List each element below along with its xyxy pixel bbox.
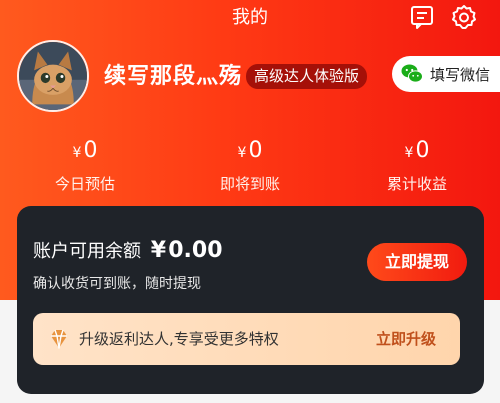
stat-pending[interactable]: ¥0 即将到账 (185, 138, 315, 194)
stat-value: 0 (248, 138, 263, 163)
upgrade-banner[interactable]: 升级返利达人,专享受更多特权 立即升级 (33, 313, 460, 365)
level-badge[interactable]: 高级达人体验版 (246, 64, 368, 89)
wechat-icon (401, 64, 423, 83)
stat-value: 0 (83, 138, 98, 163)
settings-icon[interactable] (451, 4, 477, 30)
stat-value: 0 (415, 138, 430, 163)
balance-amount: 0.00 (168, 238, 223, 263)
fill-wechat-button[interactable]: 填写微信 (392, 56, 500, 92)
diamond-icon (51, 329, 67, 349)
stat-currency: ¥ (237, 145, 247, 161)
stat-label: 今日预估 (54, 175, 115, 193)
upgrade-text: 升级返利达人,专享受更多特权 (79, 330, 279, 348)
stat-today-estimate[interactable]: ¥0 今日预估 (20, 138, 150, 194)
stat-currency: ¥ (404, 145, 414, 161)
account-balance-card: 账户可用余额 ¥ 0.00 确认收货可到账，随时提现 立即提现 升级返利达人,专… (17, 206, 484, 394)
withdraw-button[interactable]: 立即提现 (367, 243, 467, 281)
stat-currency: ¥ (72, 145, 82, 161)
balance-line: 账户可用余额 ¥ 0.00 (33, 238, 223, 265)
balance-subtitle: 确认收货可到账，随时提现 (33, 276, 201, 292)
message-icon[interactable] (409, 4, 435, 30)
stat-label: 即将到账 (219, 175, 280, 193)
stat-label: 累计收益 (386, 175, 447, 193)
upgrade-button[interactable]: 立即升级 (376, 328, 436, 350)
balance-currency: ¥ (150, 238, 167, 263)
fill-wechat-label: 填写微信 (430, 65, 491, 84)
balance-label: 账户可用余额 (33, 241, 141, 262)
stat-total-earnings[interactable]: ¥0 累计收益 (352, 138, 482, 194)
username: 续写那段灬殇 (104, 64, 243, 89)
avatar[interactable] (17, 40, 89, 112)
